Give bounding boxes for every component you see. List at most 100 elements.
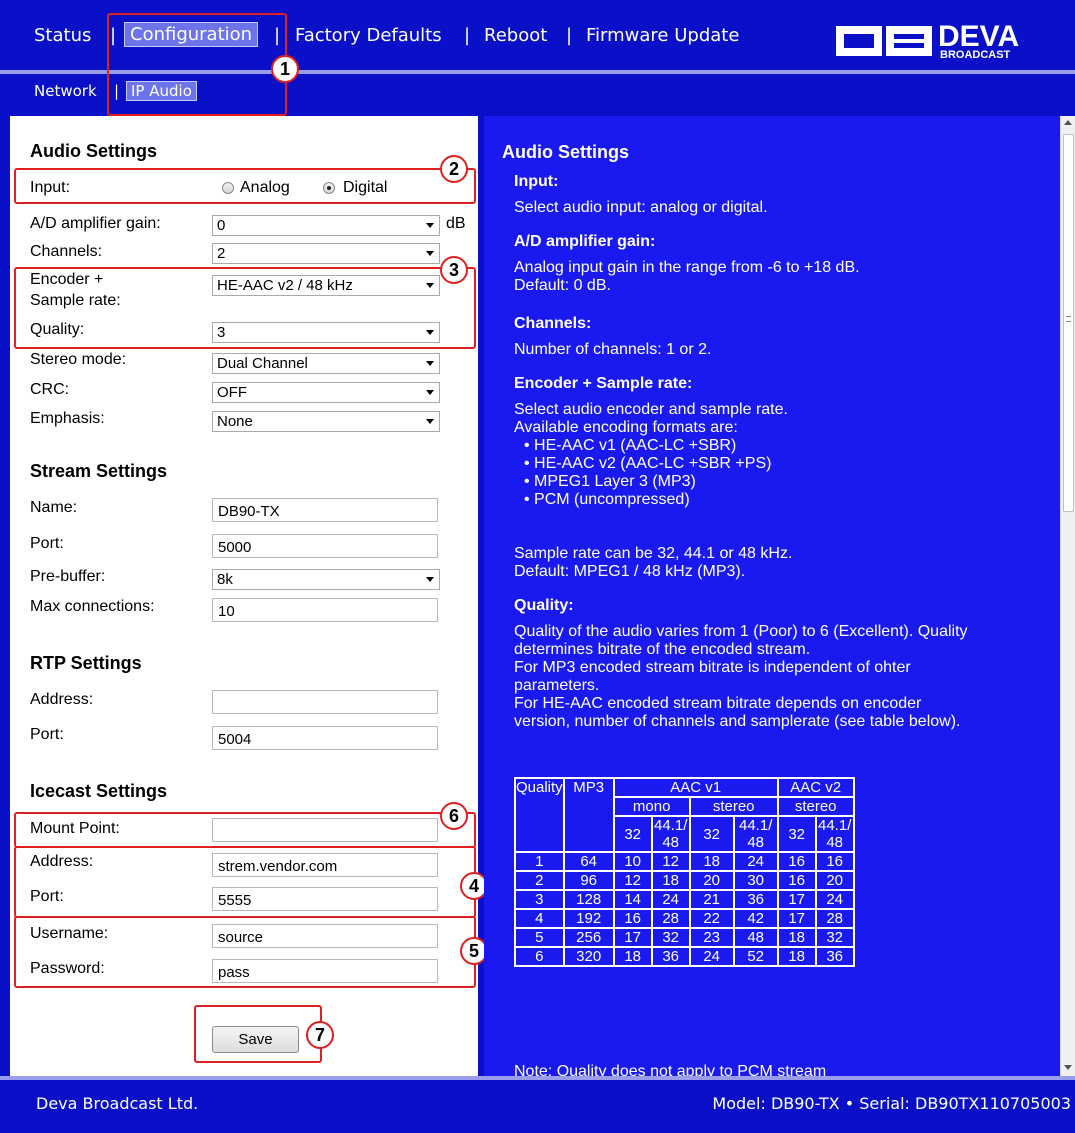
help-encoder-heading: Encoder + Sample rate: xyxy=(514,375,693,392)
table-header-mp3: MP3 xyxy=(562,777,615,853)
table-cell: 16 xyxy=(814,851,855,872)
stream-port-input[interactable]: 5000 xyxy=(212,534,438,558)
help-channels-text: Number of channels: 1 or 2. xyxy=(514,341,712,358)
help-quality-line: For HE-AAC encoded stream bitrate depend… xyxy=(514,695,922,712)
table-header-stereo: stereo xyxy=(688,796,779,817)
prebuffer-label: Pre-buffer: xyxy=(30,568,106,585)
help-format-item: HE-AAC v1 (AAC-LC +SBR) xyxy=(534,437,737,454)
callout-number-2: 2 xyxy=(440,155,468,183)
help-quality-line: determines bitrate of the encoded stream… xyxy=(514,641,811,658)
crc-label: CRC: xyxy=(30,381,70,398)
chevron-down-icon xyxy=(426,419,434,424)
stream-settings-heading: Stream Settings xyxy=(30,461,168,481)
table-cell: 14 xyxy=(612,889,653,910)
table-cell: 42 xyxy=(732,908,779,929)
table-cell: 2 xyxy=(514,870,565,891)
emphasis-select-value: None xyxy=(217,413,253,430)
table-cell: 28 xyxy=(814,908,855,929)
table-cell: 16 xyxy=(612,908,653,929)
help-gain-text-1: Analog input gain in the range from -6 t… xyxy=(514,259,860,276)
nav-factory-defaults[interactable]: Factory Defaults xyxy=(295,25,442,46)
help-encoder-text-4: Default: MPEG1 / 48 kHz (MP3). xyxy=(514,563,746,580)
prebuffer-select-value: 8k xyxy=(217,571,233,588)
stream-port-label: Port: xyxy=(30,535,64,552)
nav-firmware-update[interactable]: Firmware Update xyxy=(586,25,739,46)
help-format-item: PCM (uncompressed) xyxy=(534,491,690,508)
help-quality-line: parameters. xyxy=(514,677,600,694)
nav-status[interactable]: Status xyxy=(34,25,91,46)
table-cell: 24 xyxy=(814,889,855,910)
help-input-heading: Input: xyxy=(514,173,559,190)
table-cell: 12 xyxy=(650,851,691,872)
table-header-samplerate: 44.1/ 48 xyxy=(814,815,855,853)
table-cell: 10 xyxy=(612,851,653,872)
callout-box-5 xyxy=(14,916,476,988)
nav-reboot[interactable]: Reboot xyxy=(484,25,547,46)
table-cell: 30 xyxy=(732,870,779,891)
help-gain-heading: A/D amplifier gain: xyxy=(514,233,656,250)
table-cell: 64 xyxy=(562,851,615,872)
help-panel: Audio Settings Input: Select audio input… xyxy=(484,116,1060,1076)
audio-settings-heading: Audio Settings xyxy=(30,141,157,161)
stereo-mode-label: Stereo mode: xyxy=(30,351,127,368)
help-encoder-text-3: Sample rate can be 32, 44.1 or 48 kHz. xyxy=(514,545,793,562)
table-header-samplerate: 44.1/ 48 xyxy=(732,815,779,853)
help-quality-heading: Quality: xyxy=(514,597,574,614)
rtp-port-label: Port: xyxy=(30,726,64,743)
help-format-bullet: • HE-AAC v1 (AAC-LC +SBR) xyxy=(524,437,737,454)
table-cell: 17 xyxy=(776,889,817,910)
scroll-up-arrow-icon[interactable] xyxy=(1064,120,1072,125)
table-cell: 18 xyxy=(650,870,691,891)
table-cell: 256 xyxy=(562,927,615,948)
chevron-down-icon xyxy=(426,577,434,582)
channels-select-value: 2 xyxy=(217,245,226,262)
scrollbar-grip-icon xyxy=(1066,316,1071,322)
table-cell: 96 xyxy=(562,870,615,891)
footer-model-serial: Model: DB90-TX • Serial: DB90TX110705003 xyxy=(712,1094,1071,1113)
scroll-down-arrow-icon[interactable] xyxy=(1064,1065,1072,1070)
emphasis-select[interactable]: None xyxy=(212,411,440,432)
gain-select[interactable]: 0 xyxy=(212,215,440,236)
table-cell: 28 xyxy=(650,908,691,929)
table-cell: 128 xyxy=(562,889,615,910)
prebuffer-select[interactable]: 8k xyxy=(212,569,440,590)
table-cell: 22 xyxy=(688,908,735,929)
callout-box-3 xyxy=(14,267,476,349)
deva-broadcast-logo: DEVA BROADCAST xyxy=(830,14,1075,62)
help-input-text: Select audio input: analog or digital. xyxy=(514,199,768,216)
chevron-down-icon xyxy=(426,361,434,366)
callout-box-1 xyxy=(107,13,287,116)
table-cell: 24 xyxy=(732,851,779,872)
rtp-address-input[interactable] xyxy=(212,690,438,714)
callout-number-1: 1 xyxy=(271,55,299,83)
help-scrollbar[interactable] xyxy=(1060,116,1075,1076)
table-cell: 6 xyxy=(514,946,565,967)
help-format-bullet: • HE-AAC v2 (AAC-LC +SBR +PS) xyxy=(524,455,772,472)
rtp-port-input[interactable]: 5004 xyxy=(212,726,438,750)
scrollbar-thumb[interactable] xyxy=(1063,134,1074,512)
callout-box-2 xyxy=(14,168,476,204)
nav-separator: | xyxy=(464,25,471,46)
table-row: 2 96 12 18 20 30 16 20 xyxy=(514,870,855,891)
stereo-mode-select[interactable]: Dual Channel xyxy=(212,353,440,374)
table-cell: 48 xyxy=(732,927,779,948)
table-cell: 18 xyxy=(688,851,735,872)
stream-name-input[interactable]: DB90-TX xyxy=(212,498,438,522)
help-channels-heading: Channels: xyxy=(514,315,592,332)
help-quality-line: Quality of the audio varies from 1 (Poor… xyxy=(514,623,968,640)
help-format-item: HE-AAC v2 (AAC-LC +SBR +PS) xyxy=(534,455,772,472)
crc-select-value: OFF xyxy=(217,384,247,401)
table-cell: 16 xyxy=(776,870,817,891)
crc-select[interactable]: OFF xyxy=(212,382,440,403)
help-gain-text-2: Default: 0 dB. xyxy=(514,277,611,294)
table-header-samplerate: 32 xyxy=(688,815,735,853)
help-encoder-text-2: Available encoding formats are: xyxy=(514,419,738,436)
max-connections-input[interactable]: 10 xyxy=(212,598,438,622)
subnav-network[interactable]: Network xyxy=(34,82,97,100)
help-note: Note: Quality does not apply to PCM stre… xyxy=(514,1063,827,1076)
table-header-samplerate: 32 xyxy=(612,815,653,853)
help-quality-line: version, number of channels and samplera… xyxy=(514,713,961,730)
table-cell: 32 xyxy=(814,927,855,948)
table-row: 3 128 14 24 21 36 17 24 xyxy=(514,889,855,910)
channels-select[interactable]: 2 xyxy=(212,243,440,264)
